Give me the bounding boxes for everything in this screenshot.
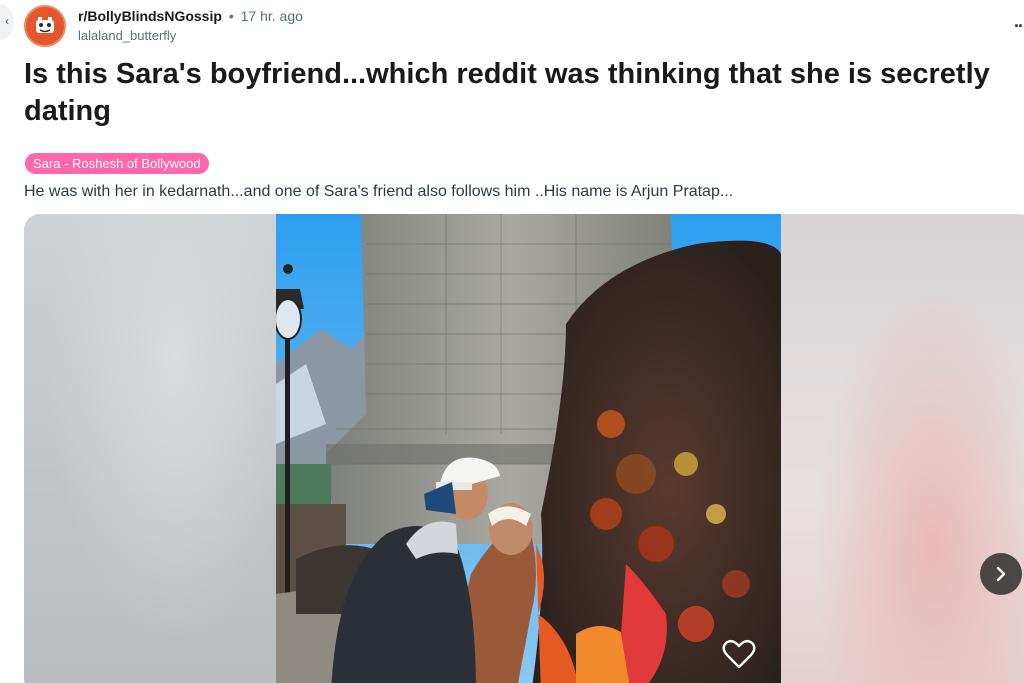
- post-time: 17 hr. ago: [240, 8, 303, 24]
- post-meta: r/BollyBlindsNGossip • 17 hr. ago lalala…: [78, 7, 303, 45]
- like-button[interactable]: [721, 636, 757, 672]
- heart-icon: [722, 639, 756, 669]
- author-link[interactable]: lalaland_butterfly: [78, 26, 303, 45]
- post-page: ‹ r/BollyBlindsNGossip • 17 hr. ago lala…: [0, 0, 1024, 683]
- subreddit-avatar-icon[interactable]: [24, 5, 66, 47]
- meta-separator: •: [228, 8, 234, 24]
- overflow-menu-icon[interactable]: ··: [1014, 16, 1024, 37]
- next-image-button[interactable]: [980, 553, 1022, 595]
- media-blur-right: [781, 214, 1024, 683]
- post-body: He was with her in kedarnath...and one o…: [24, 183, 734, 200]
- subreddit-link[interactable]: r/BollyBlindsNGossip: [78, 8, 222, 24]
- media-blur-left: [24, 214, 276, 683]
- chevron-left-icon: ‹: [5, 14, 9, 28]
- chevron-right-icon: [996, 566, 1006, 582]
- post-image[interactable]: [276, 214, 781, 683]
- back-button[interactable]: ‹: [0, 4, 14, 40]
- media-gallery[interactable]: [24, 214, 1024, 683]
- post-header: r/BollyBlindsNGossip • 17 hr. ago lalala…: [24, 4, 303, 48]
- post-flair[interactable]: Sara - Roshesh of Bollywood: [25, 153, 209, 174]
- post-title[interactable]: Is this Sara's boyfriend...which reddit …: [24, 56, 1024, 130]
